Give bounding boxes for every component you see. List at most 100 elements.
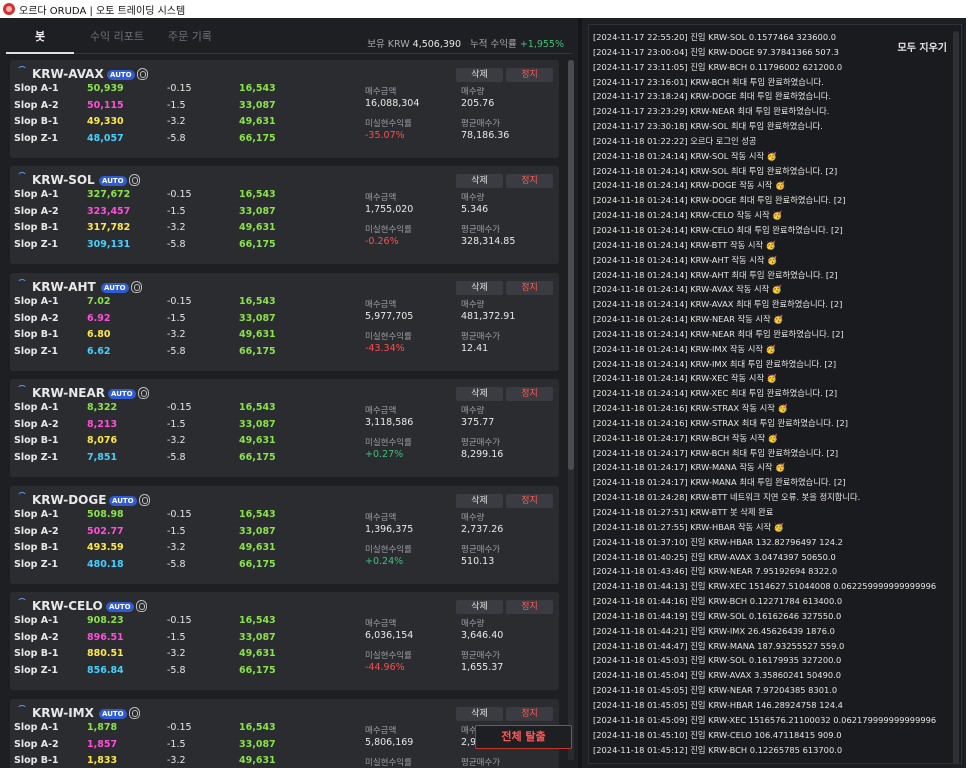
- auto-badge: AUTO: [101, 283, 129, 293]
- log-line: [2024-11-18 01:44:13] 진입 KRW-XEC 1514627…: [593, 581, 937, 592]
- slope-percent: -1.5: [167, 313, 186, 324]
- log-line: [2024-11-18 01:24:14] KRW-CELO 최대 투입 완료하…: [593, 224, 843, 235]
- slope-label: Slop Z-1: [14, 133, 59, 144]
- stop-bot-button[interactable]: 정지: [506, 281, 553, 295]
- slope-target: 16,543: [239, 83, 276, 94]
- slope-row: Slop Z-1 7,851 -5.8 66,175: [14, 452, 294, 468]
- exit-all-button[interactable]: 전체 탈출: [475, 725, 572, 749]
- log-line: [2024-11-18 01:24:17] KRW-MANA 작동 시작 🥳: [593, 462, 786, 473]
- slope-price: 8,213: [87, 419, 118, 430]
- slope-percent: -1.5: [167, 419, 186, 430]
- slope-row: Slop A-1 7.02 -0.15 16,543: [14, 296, 294, 312]
- log-line: [2024-11-18 01:24:16] KRW-STRAX 최대 투입 완료…: [593, 417, 848, 428]
- stop-bot-button[interactable]: 정지: [506, 707, 553, 721]
- slope-label: Slop A-2: [14, 632, 59, 643]
- fingerprint-icon[interactable]: [129, 707, 140, 719]
- log-line: [2024-11-18 01:24:28] KRW-BTT 네트워크 지연 오류…: [593, 492, 861, 503]
- log-line: [2024-11-18 01:40:25] 진입 KRW-AVAX 3.0474…: [593, 551, 836, 562]
- slope-label: Slop B-1: [14, 435, 59, 446]
- bot-list-scrollbar[interactable]: [568, 60, 574, 760]
- log-line: [2024-11-17 23:16:01] KRW-BCH 최대 투입 완료하였…: [593, 76, 824, 87]
- unrealized-return-label: 미실현수익률: [365, 545, 412, 555]
- log-line: [2024-11-18 01:45:05] 진입 KRW-NEAR 7.9720…: [593, 685, 838, 696]
- buy-amount-label: 매수금액: [365, 406, 397, 416]
- buy-amount-value: 3,118,586: [365, 417, 414, 428]
- slope-label: Slop Z-1: [14, 452, 59, 463]
- tab-profit-report[interactable]: 수익 리포트: [84, 24, 150, 54]
- slope-target: 66,175: [239, 665, 276, 676]
- unrealized-return-label: 미실현수익률: [365, 225, 412, 235]
- slope-row: Slop Z-1 309,131 -5.8 66,175: [14, 239, 294, 255]
- stop-bot-button[interactable]: 정지: [506, 387, 553, 401]
- delete-bot-button[interactable]: 삭제: [456, 68, 503, 82]
- tab-bot[interactable]: 봇: [6, 24, 74, 54]
- stop-bot-button[interactable]: 정지: [506, 494, 553, 508]
- slope-label: Slop A-2: [14, 313, 59, 324]
- log-line: [2024-11-18 01:24:14] KRW-SOL 최대 투입 완료하였…: [593, 165, 838, 176]
- slope-percent: -1.5: [167, 100, 186, 111]
- unrealized-return-value: +0.24%: [365, 556, 404, 567]
- slope-row: Slop A-1 50,939 -0.15 16,543: [14, 83, 294, 99]
- slope-label: Slop A-1: [14, 189, 59, 200]
- slope-row: Slop B-1 1,833 -3.2 49,631: [14, 755, 294, 768]
- slope-target: 33,087: [239, 419, 276, 430]
- buy-qty-value: 205.76: [461, 98, 495, 109]
- delete-bot-button[interactable]: 삭제: [456, 281, 503, 295]
- slope-target: 66,175: [239, 239, 276, 250]
- log-line: [2024-11-18 01:24:14] KRW-BTT 작동 시작 🥳: [593, 239, 777, 250]
- fingerprint-icon[interactable]: [139, 494, 150, 506]
- slope-label: Slop A-2: [14, 419, 59, 430]
- slope-target: 33,087: [239, 100, 276, 111]
- fingerprint-icon[interactable]: [137, 68, 148, 80]
- buy-qty-label: 매수량: [461, 300, 485, 310]
- unrealized-return-value: -0.26%: [365, 236, 399, 247]
- slope-label: Slop B-1: [14, 222, 59, 233]
- log-line: [2024-11-18 01:24:14] KRW-AVAX 작동 시작 🥳: [593, 284, 783, 295]
- unrealized-return-label: 미실현수익률: [365, 119, 412, 129]
- delete-bot-button[interactable]: 삭제: [456, 387, 503, 401]
- slope-target: 33,087: [239, 313, 276, 324]
- log-scroll-thumb[interactable]: [953, 31, 959, 763]
- delete-bot-button[interactable]: 삭제: [456, 707, 503, 721]
- slope-row: Slop A-2 6.92 -1.5 33,087: [14, 313, 294, 329]
- log-line: [2024-11-18 01:43:46] 진입 KRW-NEAR 7.9519…: [593, 566, 838, 577]
- slope-row: Slop A-2 1,857 -1.5 33,087: [14, 739, 294, 755]
- fingerprint-icon[interactable]: [136, 600, 147, 612]
- unrealized-return-label: 미실현수익률: [365, 758, 412, 768]
- delete-bot-button[interactable]: 삭제: [456, 494, 503, 508]
- fingerprint-icon[interactable]: [131, 281, 142, 293]
- tab-order-history[interactable]: 주문 기록: [160, 24, 220, 54]
- fingerprint-icon[interactable]: [138, 387, 149, 399]
- slope-percent: -0.15: [167, 402, 192, 413]
- slope-row: Slop A-1 908.23 -0.15 16,543: [14, 615, 294, 631]
- slope-price: 309,131: [87, 239, 131, 250]
- slope-price: 502.77: [87, 526, 124, 537]
- bot-list-scroll-thumb[interactable]: [568, 60, 574, 470]
- delete-bot-button[interactable]: 삭제: [456, 174, 503, 188]
- bot-card: KRW-AHT AUTO 삭제 정지 Slop A-1 7.02 -0.15 16,543 Sl…: [10, 273, 559, 371]
- stop-bot-button[interactable]: 정지: [506, 174, 553, 188]
- delete-bot-button[interactable]: 삭제: [456, 600, 503, 614]
- log-line: [2024-11-17 23:23:29] KRW-NEAR 최대 투입 완료하…: [593, 106, 830, 117]
- slope-label: Slop B-1: [14, 755, 59, 766]
- avg-price-value: 510.13: [461, 556, 495, 567]
- slope-percent: -1.5: [167, 206, 186, 217]
- loading-spinner-icon: [17, 492, 27, 502]
- log-scrollbar[interactable]: [953, 31, 959, 763]
- slope-row: Slop Z-1 480.18 -5.8 66,175: [14, 559, 294, 575]
- log-line: [2024-11-17 23:11:05] 진입 KRW-BCH 0.11796…: [593, 61, 843, 72]
- log-line: [2024-11-18 01:24:14] KRW-NEAR 최대 투입 완료하…: [593, 328, 844, 339]
- slope-price: 8,076: [87, 435, 118, 446]
- auto-badge: AUTO: [108, 389, 136, 399]
- stop-bot-button[interactable]: 정지: [506, 68, 553, 82]
- slope-label: Slop A-1: [14, 509, 59, 520]
- clear-log-button[interactable]: 모두 지우기: [898, 39, 947, 54]
- slope-price: 6.92: [87, 313, 111, 324]
- fingerprint-icon[interactable]: [129, 174, 140, 186]
- slope-target: 33,087: [239, 739, 276, 750]
- log-line: [2024-11-18 01:22:22] 오르다 로그인 성공: [593, 135, 757, 146]
- stop-bot-button[interactable]: 정지: [506, 600, 553, 614]
- log-line: [2024-11-18 01:24:14] KRW-AVAX 최대 투입 완료하…: [593, 299, 843, 310]
- unrealized-return-label: 미실현수익률: [365, 438, 412, 448]
- buy-amount-value: 1,755,020: [365, 204, 414, 215]
